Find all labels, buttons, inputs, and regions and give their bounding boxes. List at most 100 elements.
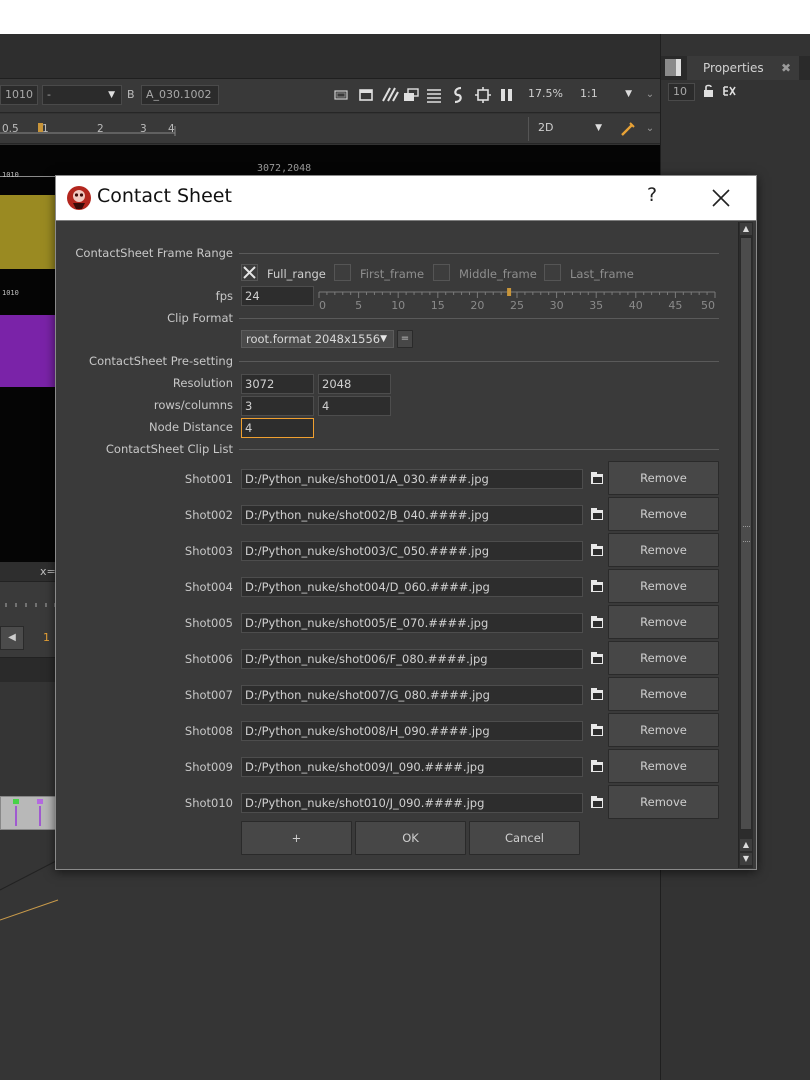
scroll-down-icon[interactable]: ▼: [740, 853, 752, 865]
shot-path-field[interactable]: D:/Python_nuke/shot010/J_090.####.jpg: [241, 793, 583, 813]
folder-icon[interactable]: [588, 793, 606, 813]
remove-button[interactable]: Remove: [608, 605, 719, 639]
ruler-tick-label: 4: [168, 123, 175, 135]
gear-icon[interactable]: [474, 86, 492, 104]
remove-button[interactable]: Remove: [608, 785, 719, 819]
folder-icon[interactable]: [588, 685, 606, 705]
ratio-dropdown[interactable]: 1:1 ▼: [576, 85, 636, 105]
close-icon[interactable]: ✖: [781, 56, 791, 80]
remove-button[interactable]: Remove: [608, 713, 719, 747]
node-distance-field[interactable]: 4: [241, 418, 314, 438]
folder-icon[interactable]: [588, 577, 606, 597]
resolution-width-field[interactable]: 3072: [241, 374, 314, 394]
overlay-icon[interactable]: [402, 86, 420, 104]
shot-path-field[interactable]: D:/Python_nuke/shot002/B_040.####.jpg: [241, 505, 583, 525]
roi-icon[interactable]: [332, 86, 350, 104]
cancel-button[interactable]: Cancel: [469, 821, 580, 855]
first-frame-checkbox[interactable]: [334, 264, 351, 281]
more-chevron-icon[interactable]: ⌄: [643, 120, 657, 138]
resolution-height-field[interactable]: 2048: [318, 374, 391, 394]
folder-icon[interactable]: [588, 469, 606, 489]
shot-path-field[interactable]: D:/Python_nuke/shot007/G_080.####.jpg: [241, 685, 583, 705]
clip-list-section-label: ContactSheet Clip List: [105, 442, 233, 456]
add-shot-button[interactable]: +: [241, 821, 352, 855]
prev-frame-icon[interactable]: ◀: [0, 626, 24, 650]
folder-icon[interactable]: [588, 649, 606, 669]
slider-tick-label: 40: [629, 299, 643, 310]
clip-format-section-label: Clip Format: [167, 311, 233, 325]
remove-button[interactable]: Remove: [608, 533, 719, 567]
proxy-icon[interactable]: [450, 86, 468, 104]
slider-tick-label: 5: [355, 299, 362, 310]
operation-dropdown[interactable]: - ▼: [42, 85, 122, 105]
shot-path-field[interactable]: D:/Python_nuke/shot008/H_090.####.jpg: [241, 721, 583, 741]
b-input-label: B: [127, 88, 135, 101]
shot-path-field[interactable]: D:/Python_nuke/shot006/F_080.####.jpg: [241, 649, 583, 669]
folder-icon[interactable]: [588, 613, 606, 633]
folder-icon[interactable]: [588, 721, 606, 741]
slider-tick-label: 15: [431, 299, 445, 310]
middle-frame-checkbox[interactable]: [433, 264, 450, 281]
timeline-ticks: [5, 603, 56, 607]
frame-range-section-label: ContactSheet Frame Range: [75, 246, 233, 260]
input-b-field[interactable]: A_030.1002: [141, 85, 219, 105]
frame-icon[interactable]: [357, 86, 375, 104]
remove-button[interactable]: Remove: [608, 641, 719, 675]
dialog-scrollbar[interactable]: ▲ ▲ ▼: [738, 222, 753, 868]
scroll-up-icon[interactable]: ▲: [740, 839, 752, 851]
pause-icon[interactable]: [498, 86, 516, 104]
shot-path-field[interactable]: D:/Python_nuke/shot004/D_060.####.jpg: [241, 577, 583, 597]
wipe-icon[interactable]: [381, 86, 399, 104]
list-icon[interactable]: [425, 86, 443, 104]
close-icon[interactable]: [708, 185, 734, 211]
shot-path-field[interactable]: D:/Python_nuke/shot005/E_070.####.jpg: [241, 613, 583, 633]
folder-icon[interactable]: [588, 505, 606, 525]
remove-button[interactable]: Remove: [608, 497, 719, 531]
help-button[interactable]: ?: [642, 184, 662, 210]
shot-path-field[interactable]: D:/Python_nuke/shot003/C_050.####.jpg: [241, 541, 583, 561]
folder-icon[interactable]: [588, 541, 606, 561]
fps-field[interactable]: 24: [241, 286, 314, 306]
panel-menu-icon[interactable]: [665, 59, 681, 76]
zoom-ruler[interactable]: [0, 118, 180, 140]
max-panels-field[interactable]: 10: [668, 83, 695, 101]
rows-field[interactable]: 3: [241, 396, 314, 416]
color-picker-icon[interactable]: [619, 120, 637, 138]
ruler-tick-label: 0.5: [2, 123, 19, 135]
last-frame-checkbox[interactable]: [544, 264, 561, 281]
section-divider: [239, 449, 719, 450]
remove-button[interactable]: Remove: [608, 749, 719, 783]
section-divider: [239, 318, 719, 319]
gain-field[interactable]: 17.5%: [524, 85, 570, 105]
scrollbar-thumb[interactable]: [740, 237, 752, 830]
frame-number[interactable]: 1: [43, 631, 50, 644]
full-range-checkbox[interactable]: [241, 264, 258, 281]
more-chevron-icon[interactable]: ⌄: [643, 86, 657, 104]
ok-button[interactable]: OK: [355, 821, 466, 855]
tab-properties[interactable]: Properties ✖: [687, 56, 799, 80]
fps-slider[interactable]: 0 5 10 15 20 25 30 35 40 45 50: [317, 288, 719, 310]
remove-button[interactable]: Remove: [608, 677, 719, 711]
dialog-body: ContactSheet Frame Range Full_range Firs…: [56, 222, 756, 870]
view-mode-dropdown[interactable]: 2D ▼: [534, 119, 608, 139]
remove-button[interactable]: Remove: [608, 461, 719, 495]
cursor-readout: x=: [40, 565, 56, 578]
slider-handle[interactable]: [507, 288, 512, 296]
columns-field[interactable]: 4: [318, 396, 391, 416]
shot-path-field[interactable]: D:/Python_nuke/shot009/I_090.####.jpg: [241, 757, 583, 777]
chevron-down-icon: ▼: [625, 89, 632, 99]
scroll-up-icon[interactable]: ▲: [740, 223, 752, 235]
remove-button[interactable]: Remove: [608, 569, 719, 603]
clip-format-dropdown[interactable]: root.format 2048x1556 ▼: [241, 330, 394, 348]
lock-icon[interactable]: [701, 83, 719, 101]
shot-path-field[interactable]: D:/Python_nuke/shot001/A_030.####.jpg: [241, 469, 583, 489]
dialog-title: Contact Sheet: [97, 185, 232, 207]
thumb-label: 1010: [2, 289, 19, 297]
node-tile[interactable]: [0, 796, 58, 830]
clear-panels-icon[interactable]: [721, 83, 739, 101]
folder-icon[interactable]: [588, 757, 606, 777]
clip-format-value: root.format 2048x1556: [246, 332, 381, 346]
chevron-down-icon: ▼: [108, 90, 115, 100]
format-equal-button[interactable]: =: [397, 330, 413, 348]
input-a-frame-field[interactable]: 1010: [0, 85, 38, 105]
